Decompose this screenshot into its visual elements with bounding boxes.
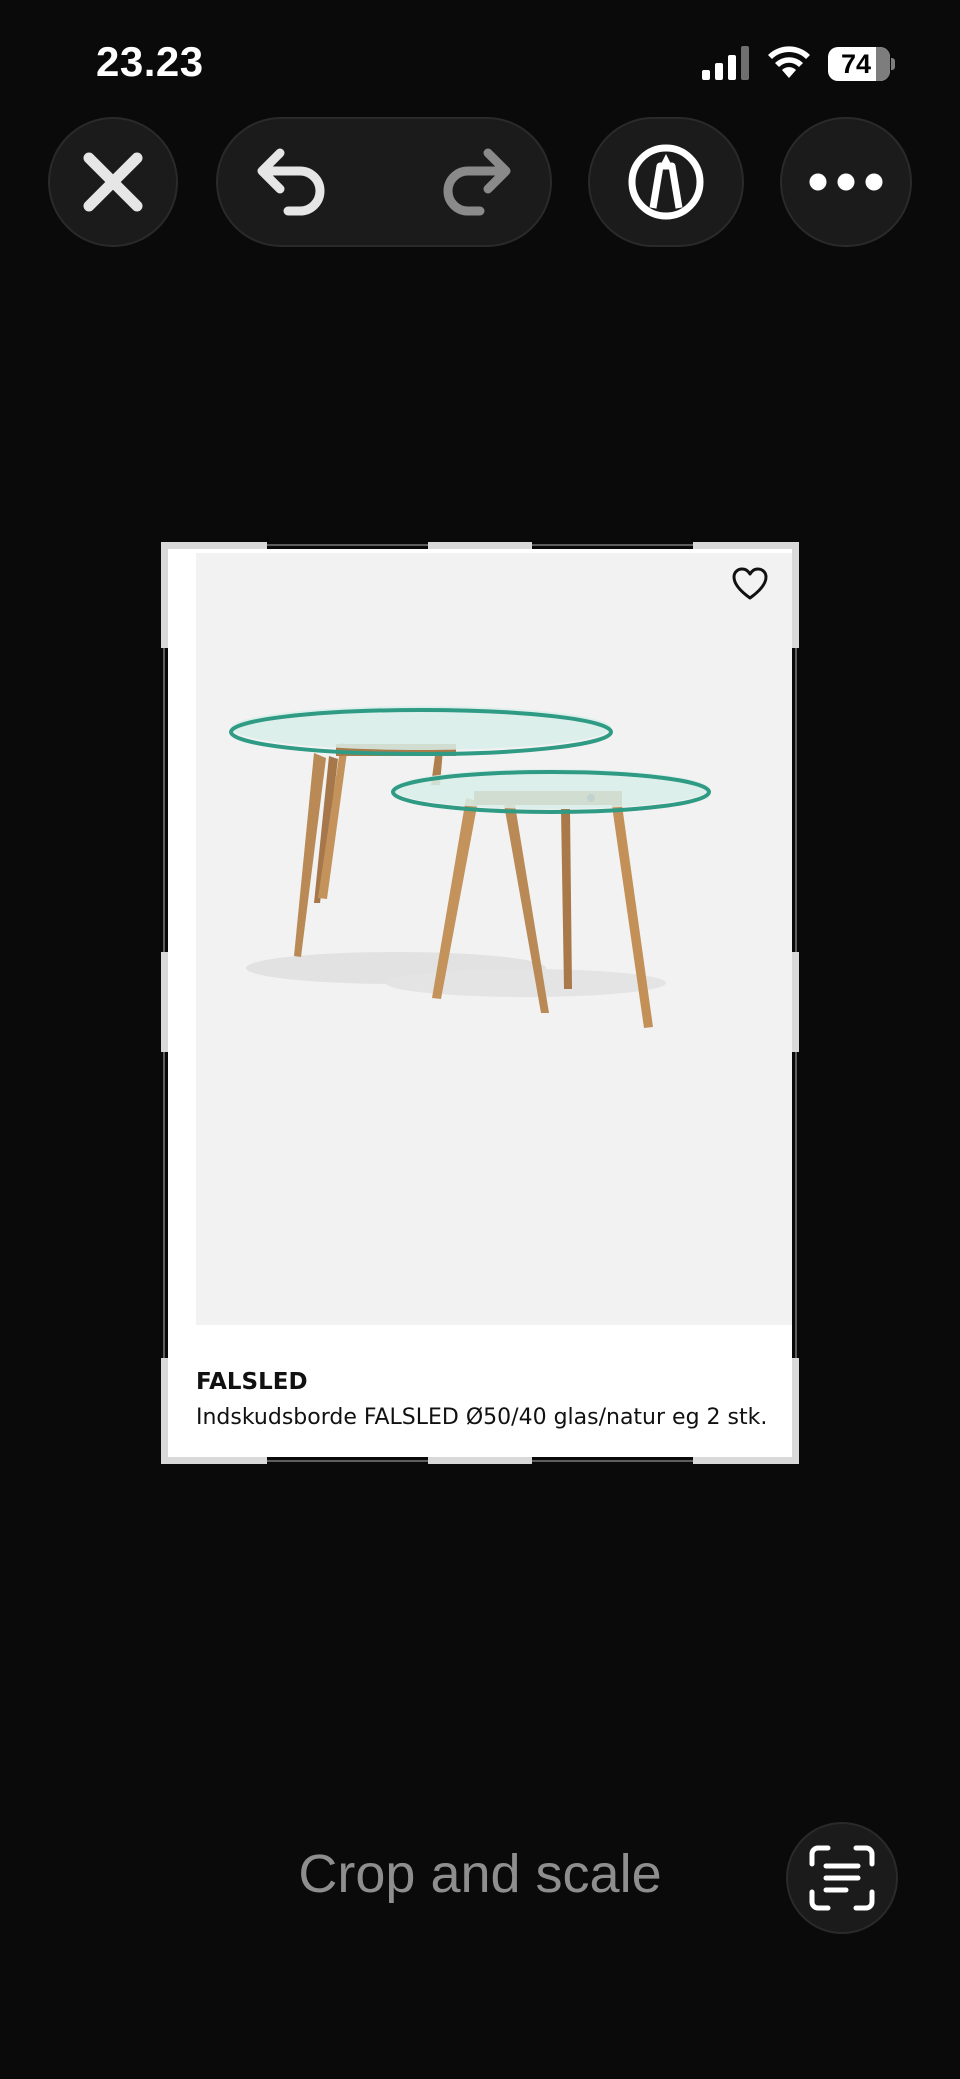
close-button[interactable] bbox=[48, 117, 178, 247]
crop-handle-left-middle[interactable] bbox=[161, 952, 168, 1052]
cellular-signal-icon bbox=[702, 46, 749, 80]
battery-indicator: 74 bbox=[828, 47, 895, 81]
crop-and-scale-label: Crop and scale bbox=[298, 1844, 662, 1904]
crop-handle-bottom-left[interactable] bbox=[163, 1457, 267, 1464]
live-text-button[interactable] bbox=[786, 1822, 898, 1934]
close-icon bbox=[83, 152, 143, 212]
crop-handle-bottom-right[interactable] bbox=[693, 1457, 797, 1464]
heart-icon[interactable] bbox=[732, 567, 768, 601]
more-button[interactable] bbox=[780, 117, 912, 247]
product-image bbox=[196, 553, 792, 1325]
status-time: 23.23 bbox=[96, 38, 204, 85]
undo-redo-group bbox=[216, 117, 552, 247]
crop-handle-bottom-right-vertical[interactable] bbox=[792, 1358, 799, 1464]
screenshot-content: FALSLED Indskudsborde FALSLED Ø50/40 gla… bbox=[168, 549, 792, 1457]
redo-icon[interactable] bbox=[434, 145, 514, 219]
live-text-icon bbox=[809, 1845, 875, 1911]
product-title: FALSLED bbox=[196, 1369, 308, 1395]
battery-level: 74 bbox=[840, 49, 872, 79]
crop-handle-top-left-vertical[interactable] bbox=[161, 542, 168, 648]
crop-handle-right-middle[interactable] bbox=[792, 952, 799, 1052]
markup-button[interactable] bbox=[588, 117, 744, 247]
crop-handle-top-left[interactable] bbox=[163, 542, 267, 549]
crop-handle-top-right-vertical[interactable] bbox=[792, 542, 799, 648]
markup-pen-icon bbox=[628, 144, 704, 220]
more-icon bbox=[809, 173, 883, 191]
undo-icon[interactable] bbox=[254, 145, 334, 219]
crop-handle-bottom-center[interactable] bbox=[428, 1457, 532, 1464]
product-description: Indskudsborde FALSLED Ø50/40 glas/natur … bbox=[196, 1405, 768, 1430]
nesting-tables-illustration bbox=[229, 706, 711, 1028]
crop-handle-top-right[interactable] bbox=[693, 542, 797, 549]
wifi-icon bbox=[768, 46, 810, 78]
crop-handle-top-center[interactable] bbox=[428, 542, 532, 549]
crop-handle-bottom-left-vertical[interactable] bbox=[161, 1358, 168, 1464]
